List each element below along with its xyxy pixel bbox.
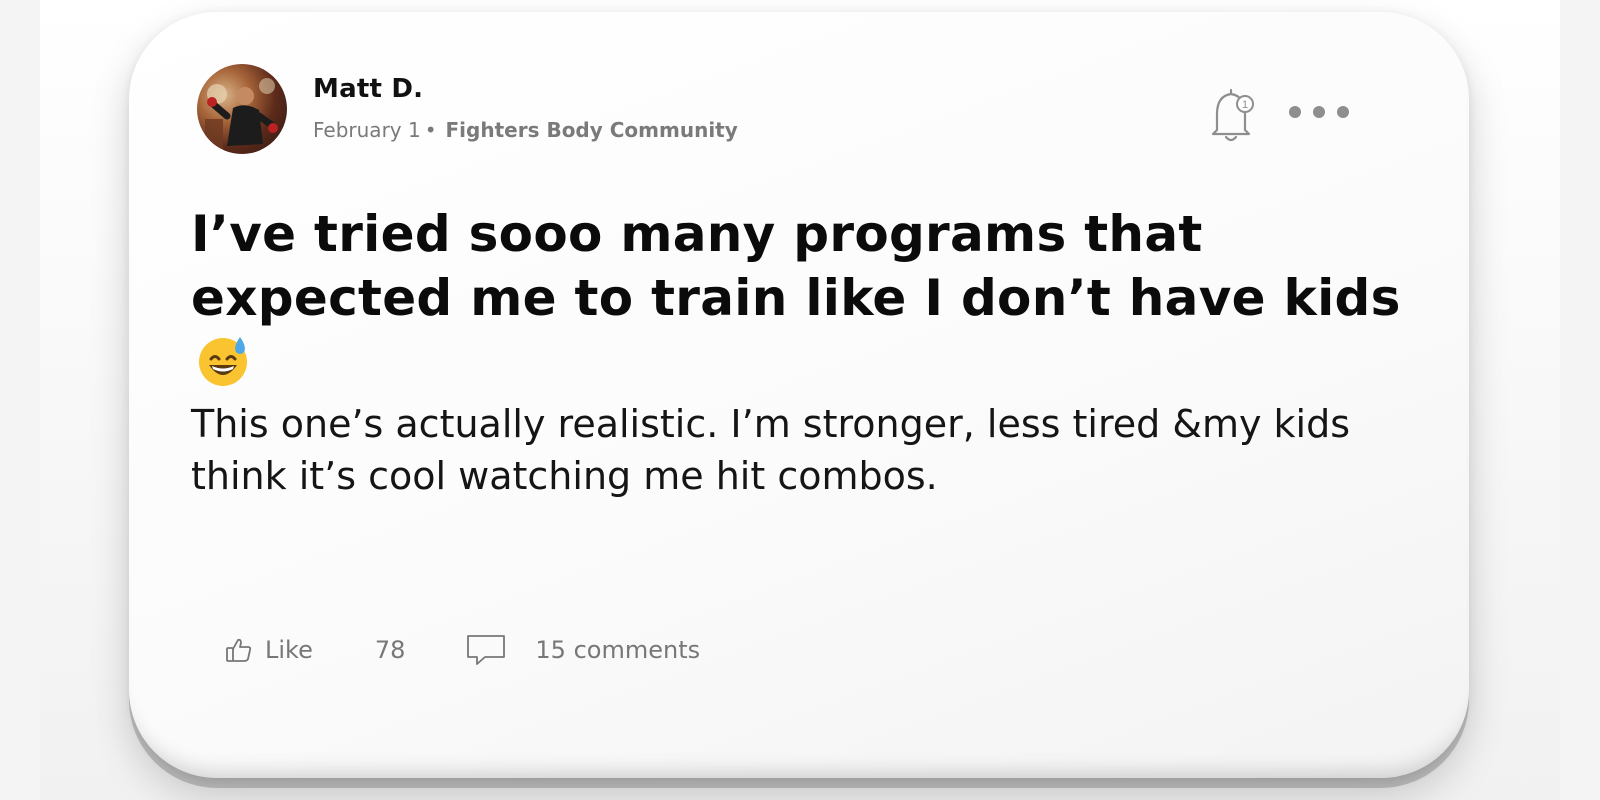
like-count: 78: [374, 636, 406, 664]
community-link[interactable]: Fighters Body Community: [446, 118, 738, 142]
profile-photo-icon: [205, 78, 278, 149]
notification-badge: 1: [1242, 99, 1248, 111]
more-dot-icon: [1313, 106, 1325, 118]
post-title: I’ve tried sooo many programs that expec…: [191, 202, 1421, 394]
author-avatar[interactable]: [197, 64, 287, 154]
post-footer: Like 78 15 comments: [225, 630, 700, 670]
grinning-face-with-sweat-icon: [199, 337, 247, 386]
like-label: Like: [265, 636, 313, 664]
bell-icon: 1: [1211, 88, 1254, 142]
more-dot-icon: [1289, 106, 1301, 118]
like-button[interactable]: Like: [225, 636, 313, 664]
post-body: This one’s actually realistic. I’m stron…: [191, 402, 1351, 498]
post-title-text: I’ve tried sooo many programs that expec…: [191, 205, 1401, 327]
author-name[interactable]: Matt D.: [313, 74, 423, 104]
more-options-button[interactable]: [1289, 100, 1349, 124]
meta-separator: •: [424, 118, 437, 142]
post-card: Matt D. February 1 • Fighters Body Communi…: [129, 12, 1469, 778]
comment-bubble-icon: [467, 635, 506, 665]
post-meta: February 1 • Fighters Body Community: [313, 118, 738, 142]
notification-button[interactable]: 1: [1207, 84, 1263, 144]
comments-button[interactable]: 15 comments: [465, 633, 700, 667]
post-date: February 1: [313, 118, 421, 142]
thumbs-up-icon: [226, 638, 252, 662]
more-dot-icon: [1337, 106, 1349, 118]
comments-count: 15 comments: [535, 636, 701, 664]
